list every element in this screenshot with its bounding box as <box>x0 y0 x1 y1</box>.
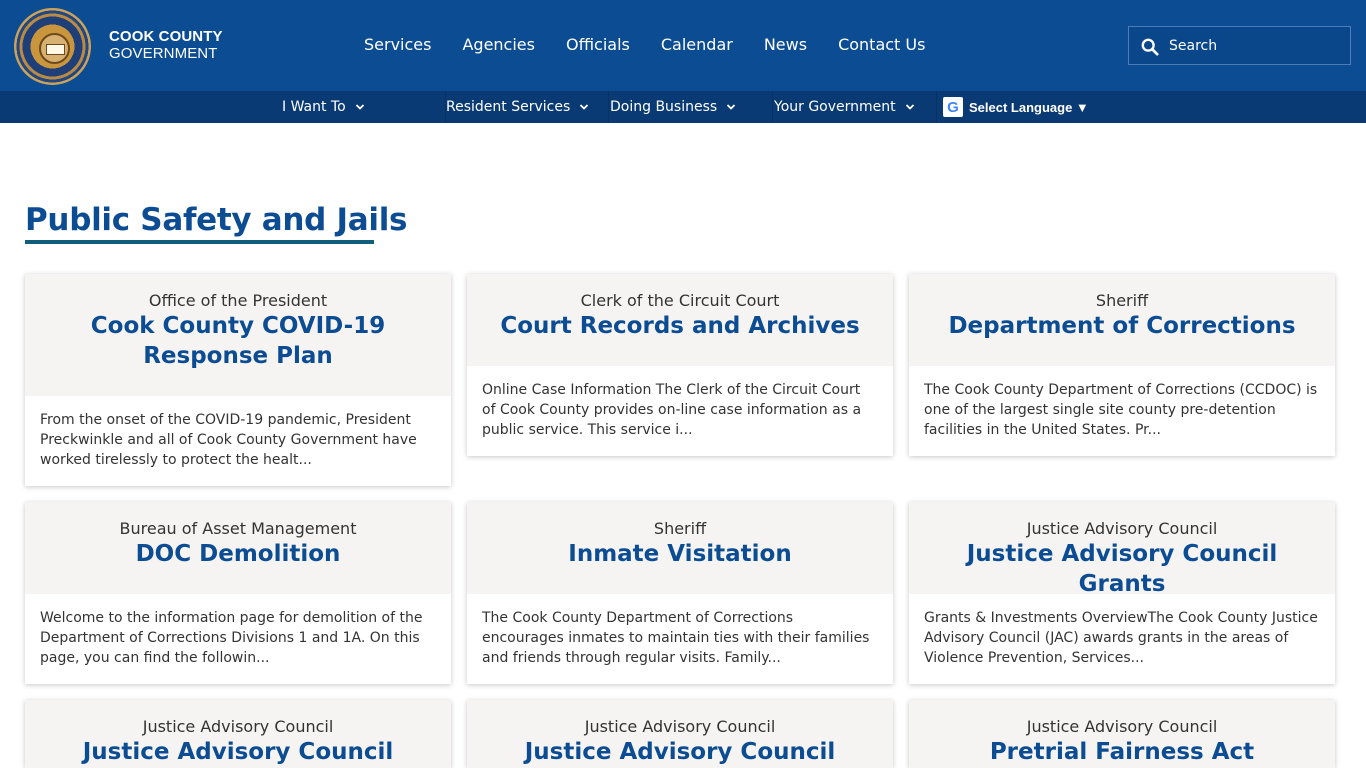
sub-navigation: I Want To Resident Services Doing Busine… <box>0 91 1366 123</box>
page-title: Public Safety and Jails <box>25 202 408 238</box>
nav-services[interactable]: Services <box>364 35 431 57</box>
card-agency: Justice Advisory Council <box>1026 519 1218 538</box>
card-agency: Sheriff <box>653 519 707 538</box>
card-title-link[interactable]: Justice Advisory Council Grants <box>909 539 1335 599</box>
card-agency: Sheriff <box>1095 291 1149 310</box>
search-icon[interactable] <box>1141 38 1159 56</box>
card-title-link[interactable]: Inmate Visitation <box>467 539 893 569</box>
subnav-resident-services[interactable]: Resident Services <box>446 91 589 123</box>
card-title-link[interactable]: Cook County COVID-19 Response Plan <box>25 311 451 371</box>
card-excerpt: The Cook County Department of Correction… <box>924 382 1318 438</box>
search-input[interactable] <box>1169 36 1339 56</box>
card-header: Justice Advisory Council Pretrial Fairne… <box>909 700 1335 768</box>
chevron-down-icon <box>905 104 914 110</box>
subnav-divider <box>936 91 937 123</box>
card-header: Justice Advisory Council Justice Advisor… <box>25 700 451 768</box>
card-doc-demolition[interactable]: Bureau of Asset Management DOC Demolitio… <box>25 502 451 684</box>
card-agency: Office of the President <box>148 291 328 310</box>
language-selector[interactable]: G Select Language ▼ <box>943 96 1089 118</box>
card-header: Sheriff Department of Corrections <box>909 274 1335 366</box>
card-header: Justice Advisory Council Justice Advisor… <box>909 502 1335 597</box>
card-header: Bureau of Asset Management DOC Demolitio… <box>25 502 451 594</box>
card-header: Justice Advisory Council Justice Advisor… <box>467 700 893 768</box>
card-inmate-visitation[interactable]: Sheriff Inmate Visitation The Cook Count… <box>467 502 893 684</box>
card-title-link[interactable]: Justice Advisory Council Reentry <box>467 737 893 768</box>
card-jac-grants[interactable]: Justice Advisory Council Justice Advisor… <box>909 502 1335 684</box>
google-translate-icon: G <box>943 97 963 117</box>
chevron-down-icon <box>580 104 589 110</box>
logo-line2: GOVERNMENT <box>109 45 218 62</box>
seal-center <box>39 33 70 64</box>
card-excerpt: The Cook County Department of Correction… <box>482 610 870 666</box>
card-department-of-corrections[interactable]: Sheriff Department of Corrections The Co… <box>909 274 1335 456</box>
card-court-records[interactable]: Clerk of the Circuit Court Court Records… <box>467 274 893 456</box>
card-agency: Justice Advisory Council <box>584 717 776 736</box>
subnav-doing-business[interactable]: Doing Business <box>610 91 736 123</box>
card-excerpt: Welcome to the information page for demo… <box>40 610 423 666</box>
card-covid-response[interactable]: Office of the President Cook County COVI… <box>25 274 451 486</box>
subnav-label: Doing Business <box>610 99 718 115</box>
card-excerpt: From the onset of the COVID-19 pandemic,… <box>40 412 417 468</box>
logo-line1: COOK COUNTY <box>109 28 223 45</box>
card-title-link[interactable]: Department of Corrections <box>909 311 1335 341</box>
card-agency: Justice Advisory Council <box>1026 717 1218 736</box>
chevron-down-icon <box>355 104 364 110</box>
card-title-link[interactable]: DOC Demolition <box>25 539 451 569</box>
card-header: Clerk of the Circuit Court Court Records… <box>467 274 893 366</box>
nav-calendar[interactable]: Calendar <box>661 35 733 57</box>
search-box[interactable] <box>1128 26 1351 65</box>
card-excerpt: Grants & Investments OverviewThe Cook Co… <box>924 610 1318 666</box>
card-title-link[interactable]: Court Records and Archives <box>467 311 893 341</box>
subnav-label: Your Government <box>774 99 896 115</box>
subnav-label: Resident Services <box>446 99 571 115</box>
language-label: Select Language ▼ <box>969 99 1089 115</box>
card-pretrial-fairness[interactable]: Justice Advisory Council Pretrial Fairne… <box>909 700 1335 768</box>
card-title-link[interactable]: Pretrial Fairness Act Resources <box>909 737 1335 768</box>
site-header: COOK COUNTY GOVERNMENT Services Agencies… <box>0 0 1366 91</box>
nav-contact-us[interactable]: Contact Us <box>838 35 925 57</box>
subnav-divider <box>608 91 609 123</box>
site-logo[interactable]: COOK COUNTY GOVERNMENT <box>109 28 223 62</box>
nav-officials[interactable]: Officials <box>566 35 630 57</box>
card-header: Office of the President Cook County COVI… <box>25 274 451 396</box>
card-agency: Clerk of the Circuit Court <box>580 291 780 310</box>
card-jac-reentry[interactable]: Justice Advisory Council Justice Advisor… <box>467 700 893 768</box>
main-navigation: Services Agencies Officials Calendar New… <box>364 35 925 57</box>
nav-news[interactable]: News <box>764 35 807 57</box>
subnav-your-government[interactable]: Your Government <box>774 91 915 123</box>
subnav-i-want-to[interactable]: I Want To <box>282 91 365 123</box>
card-agency: Bureau of Asset Management <box>119 519 357 538</box>
subnav-divider <box>772 91 773 123</box>
card-justice-advisory-council[interactable]: Justice Advisory Council Justice Advisor… <box>25 700 451 768</box>
card-excerpt: Online Case Information The Clerk of the… <box>482 382 862 438</box>
chevron-down-icon <box>727 104 736 110</box>
subnav-label: I Want To <box>282 99 346 115</box>
nav-agencies[interactable]: Agencies <box>462 35 535 57</box>
title-underline <box>25 240 374 244</box>
cook-county-seal-icon[interactable] <box>14 8 91 85</box>
card-agency: Justice Advisory Council <box>142 717 334 736</box>
card-title-link[interactable]: Justice Advisory Council <box>25 737 451 767</box>
card-header: Sheriff Inmate Visitation <box>467 502 893 594</box>
